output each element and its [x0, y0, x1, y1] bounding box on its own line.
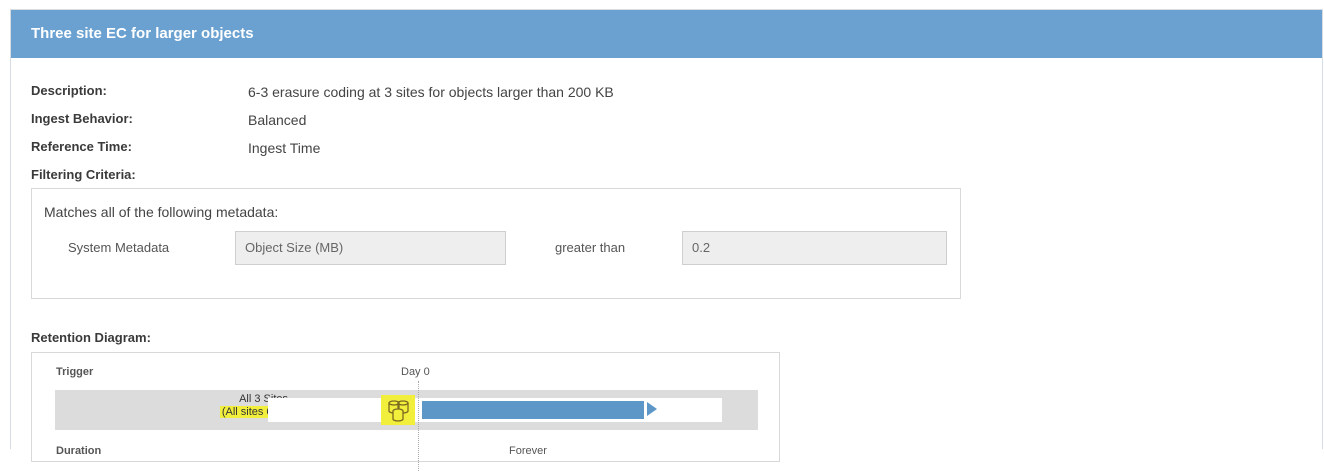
filter-value: 0.2 [682, 231, 947, 265]
reference-time-value: Ingest Time [248, 140, 321, 156]
ingest-behavior-value: Balanced [248, 112, 307, 128]
description-label: Description: [31, 83, 107, 98]
ingest-behavior-label: Ingest Behavior: [31, 111, 133, 126]
operator-text: greater than [555, 240, 626, 255]
retention-diagram: Trigger Day 0 All 3 Sites (All sites 6-3… [31, 352, 780, 471]
reference-time-label: Reference Time: [31, 139, 132, 154]
filtering-criteria-label: Filtering Criteria: [31, 167, 136, 182]
description-value: 6-3 erasure coding at 3 sites for object… [248, 84, 614, 100]
panel-title: Three site EC for larger objects [11, 10, 1322, 58]
metadata-type: System Metadata [68, 240, 170, 255]
day-zero-label: Day 0 [401, 366, 430, 378]
metadata-field: Object Size (MB) [235, 231, 506, 265]
database-cylinders-icon [381, 395, 415, 425]
retention-diagram-label: Retention Diagram: [31, 330, 151, 345]
trigger-label: Trigger [56, 366, 94, 378]
duration-value: Forever [509, 445, 547, 457]
duration-label: Duration [56, 445, 102, 457]
day-zero-line [418, 381, 419, 471]
retention-arrow-icon [647, 402, 657, 416]
rule-panel: Three site EC for larger objects Descrip… [10, 9, 1323, 471]
filter-intro-text: Matches all of the following metadata: [44, 204, 279, 220]
retention-bar [422, 401, 644, 419]
filtering-criteria-box: Matches all of the following metadata: S… [31, 188, 961, 299]
